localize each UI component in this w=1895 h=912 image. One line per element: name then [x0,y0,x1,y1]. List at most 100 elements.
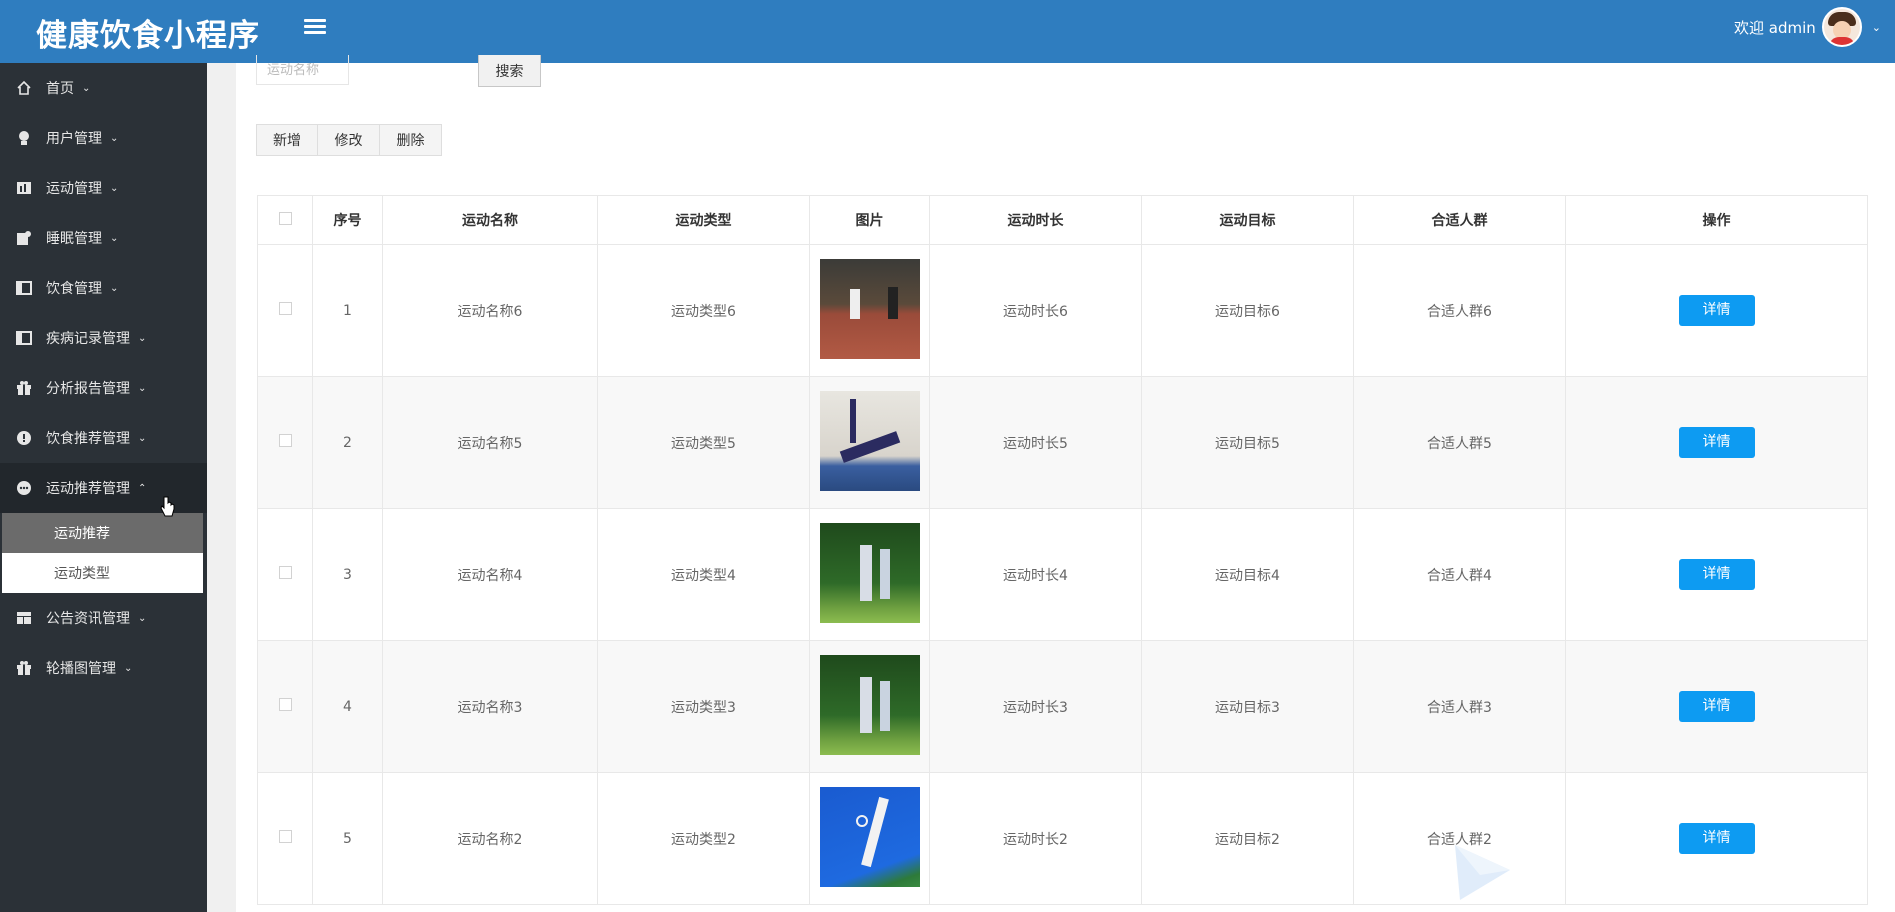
table-row: 1 运动名称6 运动类型6 运动时长6 运动目标6 合适人群6 详情 [257,244,1868,377]
column-header: 运动目标 [1141,195,1354,245]
row-index: 5 [312,772,383,905]
detail-button[interactable]: 详情 [1678,823,1755,854]
exercise-table: 序号 运动名称 运动类型 图片 运动时长 运动目标 合适人群 操作 1 运动名称… [257,195,1868,905]
watermark-logo-icon [1455,845,1510,900]
sidebar-item-report[interactable]: 分析报告管理 ⌄ [0,363,207,413]
sidebar-item-label: 分析报告管理 [46,381,130,397]
app-title: 健康饮食小程序 [36,18,260,54]
avatar[interactable] [1821,7,1862,47]
delete-button[interactable]: 删除 [380,124,442,156]
sidebar-item-label: 疾病记录管理 [46,331,130,347]
row-goal: 运动目标2 [1141,772,1354,905]
chevron-down-icon: ⌄ [110,282,119,294]
row-name: 运动名称5 [382,376,598,509]
column-header: 运动时长 [929,195,1142,245]
row-duration: 运动时长5 [929,376,1142,509]
table-row: 5 运动名称2 运动类型2 运动时长2 运动目标2 合适人群2 详情 [257,772,1868,905]
detail-button[interactable]: 详情 [1678,427,1755,458]
sidebar-item-label: 运动管理 [46,181,102,197]
column-header: 操作 [1565,195,1868,245]
row-type: 运动类型6 [597,244,810,377]
detail-button[interactable]: 详情 [1678,559,1755,590]
more-icon [17,481,31,495]
sidebar-item-disease[interactable]: 疾病记录管理 ⌄ [0,313,207,363]
select-all-cell [257,195,313,245]
chevron-down-icon: ⌄ [138,332,147,344]
sidebar-item-label: 用户管理 [46,131,102,147]
top-header: 健康饮食小程序 欢迎 admin ⌄ [0,0,1895,63]
row-duration: 运动时长3 [929,640,1142,773]
row-crowd: 合适人群6 [1353,244,1566,377]
row-checkbox[interactable] [278,566,292,579]
select-all-checkbox[interactable] [278,211,292,225]
row-crowd: 合适人群4 [1353,508,1566,641]
search-input[interactable]: 运动名称 [256,55,349,85]
chevron-down-icon: ⌄ [110,232,119,244]
exercise-thumbnail [819,786,920,887]
row-checkbox[interactable] [278,302,292,315]
chevron-down-icon[interactable]: ⌄ [1872,21,1881,34]
column-header: 序号 [312,195,383,245]
table-row: 3 运动名称4 运动类型4 运动时长4 运动目标4 合适人群4 详情 [257,508,1868,641]
welcome-text: 欢迎 admin [1734,18,1816,37]
row-index: 3 [312,508,383,641]
sidebar-item-home[interactable]: 首页 ⌄ [0,63,207,113]
row-crowd: 合适人群3 [1353,640,1566,773]
exercise-thumbnail [819,654,920,755]
action-buttons: 新增 修改 删除 [256,124,442,156]
sidebar-item-diet-recommend[interactable]: 饮食推荐管理 ⌄ [0,413,207,463]
submenu-exercise-recommend: 运动推荐 运动类型 [0,513,203,593]
chart-icon [17,182,31,194]
chevron-down-icon: ⌄ [110,132,119,144]
panel-icon [16,331,32,345]
row-name: 运动名称2 [382,772,598,905]
row-type: 运动类型4 [597,508,810,641]
sidebar-item-carousel[interactable]: 轮播图管理 ⌄ [0,643,207,693]
column-header: 图片 [809,195,930,245]
search-button[interactable]: 搜索 [478,55,541,87]
column-header: 合适人群 [1353,195,1566,245]
row-type: 运动类型5 [597,376,810,509]
row-name: 运动名称6 [382,244,598,377]
sidebar-item-sleep[interactable]: 睡眠管理 ⌄ [0,213,207,263]
sidebar-item-label: 睡眠管理 [46,231,102,247]
row-type: 运动类型2 [597,772,810,905]
submenu-item-exercise-recommend[interactable]: 运动推荐 [2,513,203,553]
sidebar-item-label: 首页 [46,81,74,97]
chevron-down-icon: ⌄ [110,182,119,194]
row-checkbox[interactable] [278,434,292,447]
panel-icon [16,281,32,295]
sidebar-item-exercise[interactable]: 运动管理 ⌄ [0,163,207,213]
column-header: 运动名称 [382,195,598,245]
sidebar-item-users[interactable]: 用户管理 ⌄ [0,113,207,163]
detail-button[interactable]: 详情 [1678,691,1755,722]
row-checkbox[interactable] [278,698,292,711]
row-goal: 运动目标6 [1141,244,1354,377]
row-checkbox[interactable] [278,830,292,843]
chevron-down-icon: ⌄ [138,432,147,444]
table-row: 2 运动名称5 运动类型5 运动时长5 运动目标5 合适人群5 详情 [257,376,1868,509]
edit-button[interactable]: 修改 [318,124,380,156]
submenu-item-exercise-type[interactable]: 运动类型 [2,553,203,593]
row-duration: 运动时长2 [929,772,1142,905]
add-button[interactable]: 新增 [256,124,318,156]
row-name: 运动名称3 [382,640,598,773]
sidebar-item-announcement[interactable]: 公告资讯管理 ⌄ [0,593,207,643]
exercise-thumbnail [819,390,920,491]
info-icon [17,431,31,445]
user-icon [19,131,29,145]
chevron-down-icon: ⌄ [138,612,147,624]
row-index: 1 [312,244,383,377]
sidebar-item-label: 运动推荐管理 [46,481,130,497]
column-header: 运动类型 [597,195,810,245]
gift-icon [17,661,31,675]
chevron-up-icon: ⌃ [138,482,147,494]
detail-button[interactable]: 详情 [1678,295,1755,326]
row-type: 运动类型3 [597,640,810,773]
sidebar-item-diet[interactable]: 饮食管理 ⌄ [0,263,207,313]
user-menu[interactable]: 欢迎 admin ⌄ [1734,7,1881,47]
row-goal: 运动目标5 [1141,376,1354,509]
table-row: 4 运动名称3 运动类型3 运动时长3 运动目标3 合适人群3 详情 [257,640,1868,773]
gift-icon [17,381,31,395]
menu-toggle-icon[interactable] [304,16,326,38]
